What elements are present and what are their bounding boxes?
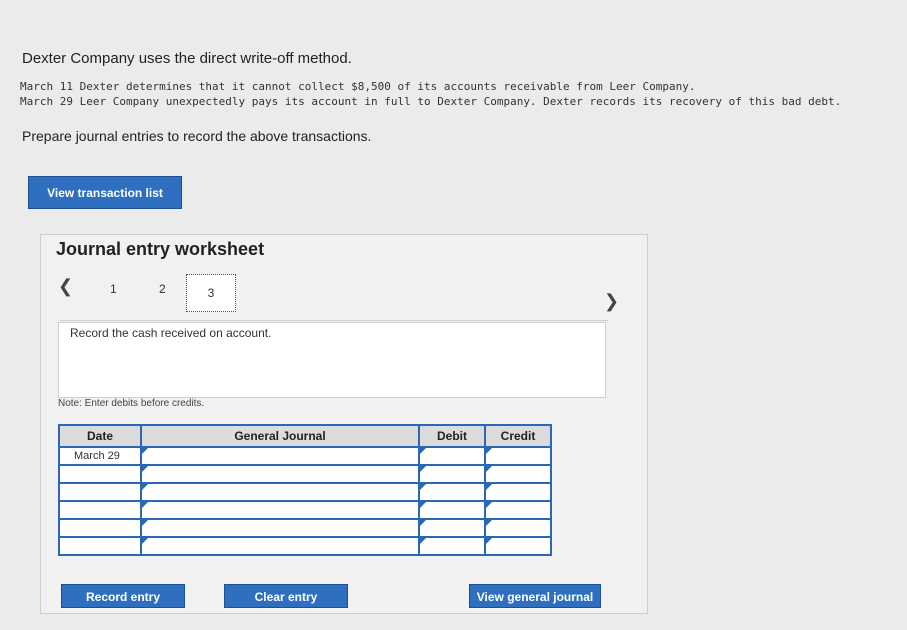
note-text: Note: Enter debits before credits. bbox=[58, 398, 205, 409]
date-cell bbox=[58, 464, 142, 484]
record-entry-button[interactable]: Record entry bbox=[61, 584, 185, 608]
table-row bbox=[58, 536, 552, 556]
problem-intro: Dexter Company uses the direct write-off… bbox=[22, 50, 352, 67]
table-row: March 29 bbox=[58, 446, 552, 466]
instruction-text: Record the cash received on account. bbox=[70, 326, 272, 340]
header-general-journal: General Journal bbox=[140, 424, 420, 448]
table-row bbox=[58, 500, 552, 520]
transaction-line-2: March 29 Leer Company unexpectedly pays … bbox=[20, 95, 842, 108]
credit-input[interactable] bbox=[484, 536, 552, 556]
page-3-tab[interactable]: 3 bbox=[186, 274, 236, 312]
debit-input[interactable] bbox=[418, 482, 486, 502]
journal-table: Date General Journal Debit Credit March … bbox=[58, 424, 552, 556]
credit-input[interactable] bbox=[484, 446, 552, 466]
debit-input[interactable] bbox=[418, 464, 486, 484]
chevron-left-icon[interactable]: ❮ bbox=[58, 276, 73, 297]
account-input[interactable] bbox=[140, 446, 420, 466]
credit-input[interactable] bbox=[484, 464, 552, 484]
account-input[interactable] bbox=[140, 500, 420, 520]
header-debit: Debit bbox=[418, 424, 486, 448]
page-2-tab[interactable]: 2 bbox=[159, 282, 166, 296]
table-row bbox=[58, 518, 552, 538]
date-cell bbox=[58, 518, 142, 538]
page-1-tab[interactable]: 1 bbox=[110, 282, 117, 296]
chevron-right-icon[interactable]: ❯ bbox=[604, 291, 619, 312]
credit-input[interactable] bbox=[484, 518, 552, 538]
divider bbox=[60, 320, 608, 321]
table-row bbox=[58, 482, 552, 502]
view-general-journal-button[interactable]: View general journal bbox=[469, 584, 601, 608]
prepare-instruction: Prepare journal entries to record the ab… bbox=[22, 128, 372, 144]
worksheet-title: Journal entry worksheet bbox=[56, 239, 265, 259]
header-credit: Credit bbox=[484, 424, 552, 448]
date-cell bbox=[58, 536, 142, 556]
debit-input[interactable] bbox=[418, 518, 486, 538]
table-row bbox=[58, 464, 552, 484]
account-input[interactable] bbox=[140, 536, 420, 556]
account-input[interactable] bbox=[140, 518, 420, 538]
view-transaction-list-button[interactable]: View transaction list bbox=[28, 176, 182, 209]
credit-input[interactable] bbox=[484, 500, 552, 520]
debit-input[interactable] bbox=[418, 500, 486, 520]
date-cell: March 29 bbox=[58, 446, 142, 466]
date-cell bbox=[58, 500, 142, 520]
clear-entry-button[interactable]: Clear entry bbox=[224, 584, 348, 608]
transaction-line-1: March 11 Dexter determines that it canno… bbox=[20, 80, 696, 93]
header-date: Date bbox=[58, 424, 142, 448]
date-cell bbox=[58, 482, 142, 502]
account-input[interactable] bbox=[140, 482, 420, 502]
debit-input[interactable] bbox=[418, 536, 486, 556]
debit-input[interactable] bbox=[418, 446, 486, 466]
account-input[interactable] bbox=[140, 464, 420, 484]
credit-input[interactable] bbox=[484, 482, 552, 502]
